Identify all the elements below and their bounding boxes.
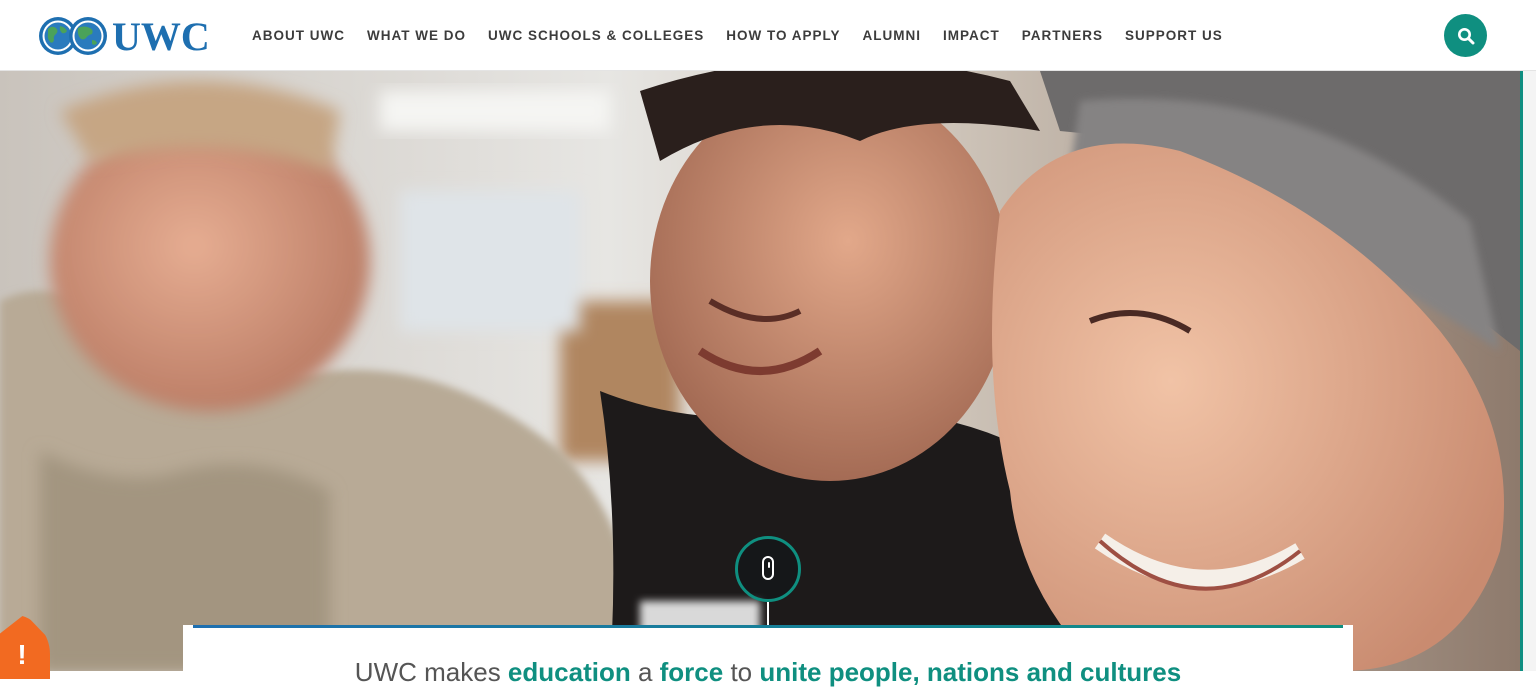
intro-card: UWC makes education a force to unite peo… [183, 625, 1353, 688]
intro-link-education[interactable]: education [508, 657, 631, 687]
nav-item-support-us[interactable]: SUPPORT US [1125, 28, 1223, 43]
scroll-line [767, 602, 769, 626]
scroll-down-button[interactable] [735, 536, 801, 602]
intro-text-part: UWC makes [354, 657, 508, 687]
nav-item-what-we-do[interactable]: WHAT WE DO [367, 28, 466, 43]
intro-card-accent-line [193, 625, 1343, 628]
intro-link-unite[interactable]: unite people, nations and cultures [759, 657, 1181, 687]
alert-icon: ! [17, 639, 27, 670]
mouse-wheel-icon [768, 562, 770, 568]
side-accent-bar [1520, 71, 1536, 671]
nav-item-partners[interactable]: PARTNERS [1022, 28, 1103, 43]
main-nav: ABOUT UWC WHAT WE DO UWC SCHOOLS & COLLE… [252, 0, 1245, 71]
nav-item-about-uwc[interactable]: ABOUT UWC [252, 28, 345, 43]
globe-logo-icon [39, 17, 107, 55]
mouse-scroll-icon [762, 556, 774, 580]
nav-item-alumni[interactable]: ALUMNI [863, 28, 922, 43]
intro-text-part: to [723, 657, 760, 687]
intro-link-force[interactable]: force [660, 657, 724, 687]
site-header: UWC ABOUT UWC WHAT WE DO UWC SCHOOLS & C… [0, 0, 1536, 71]
intro-statement: UWC makes education a force to unite peo… [183, 657, 1353, 688]
uwc-logo[interactable]: UWC [36, 14, 210, 58]
search-icon [1457, 27, 1474, 44]
nav-item-impact[interactable]: IMPACT [943, 28, 1000, 43]
search-button[interactable] [1444, 14, 1487, 57]
nav-item-how-to-apply[interactable]: HOW TO APPLY [726, 28, 840, 43]
logo-wordmark: UWC [112, 14, 210, 59]
intro-text-part: a [630, 657, 660, 687]
nav-item-schools-colleges[interactable]: UWC SCHOOLS & COLLEGES [488, 28, 704, 43]
